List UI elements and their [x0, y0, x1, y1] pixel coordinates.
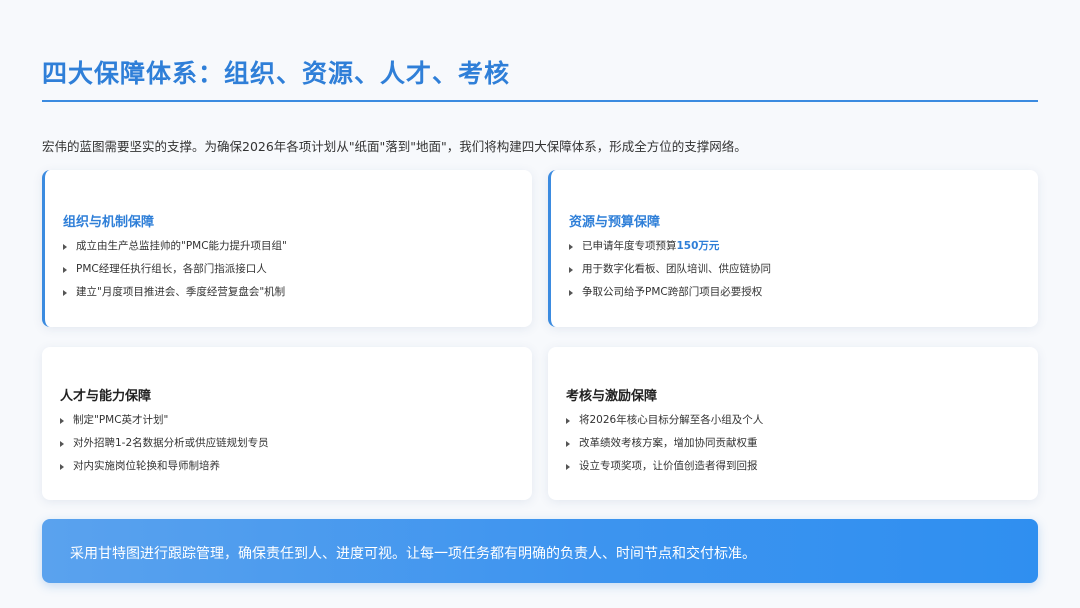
- page-title: 四大保障体系：组织、资源、人才、考核: [42, 59, 511, 88]
- list-item: 改革绩效考核方案，增加协同贡献权重: [566, 432, 763, 455]
- card-organization: 组织与机制保障 成立由生产总监挂帅的"PMC能力提升项目组" PMC经理任执行组…: [42, 170, 532, 327]
- list-item: 对内实施岗位轮换和导师制培养: [60, 455, 269, 478]
- summary-banner: 采用甘特图进行跟踪管理，确保责任到人、进度可视。让每一项任务都有明确的负责人、时…: [42, 519, 1038, 583]
- list-item: 制定"PMC英才计划": [60, 409, 269, 432]
- list-item: PMC经理任执行组长，各部门指派接口人: [63, 258, 287, 281]
- bullet-list: 将2026年核心目标分解至各小组及个人 改革绩效考核方案，增加协同贡献权重 设立…: [566, 409, 763, 478]
- intro-paragraph: 宏伟的蓝图需要坚实的支撑。为确保2026年各项计划从"纸面"落到"地面"，我们将…: [42, 139, 747, 154]
- card-title: 资源与预算保障: [569, 215, 661, 230]
- bullet-triangle-icon: [569, 243, 573, 250]
- bullet-triangle-icon: [60, 440, 64, 447]
- bullet-triangle-icon: [566, 440, 570, 447]
- card-title: 人才与能力保障: [60, 389, 152, 404]
- bullet-triangle-icon: [60, 463, 64, 470]
- list-item: 将2026年核心目标分解至各小组及个人: [566, 409, 763, 432]
- list-item: 成立由生产总监挂帅的"PMC能力提升项目组": [63, 235, 287, 258]
- list-item: 用于数字化看板、团队培训、供应链协同: [569, 258, 771, 281]
- card-title: 组织与机制保障: [63, 215, 155, 230]
- list-item: 设立专项奖项，让价值创造者得到回报: [566, 455, 763, 478]
- card-resources: 资源与预算保障 已申请年度专项预算 150万元 用于数字化看板、团队培训、供应链协…: [548, 170, 1038, 327]
- bullet-triangle-icon: [566, 463, 570, 470]
- bullet-list: 成立由生产总监挂帅的"PMC能力提升项目组" PMC经理任执行组长，各部门指派接…: [63, 235, 287, 304]
- bullet-triangle-icon: [569, 266, 573, 273]
- bullet-triangle-icon: [566, 417, 570, 424]
- title-divider: [42, 100, 1038, 102]
- list-item: 争取公司给予PMC跨部门项目必要授权: [569, 281, 771, 304]
- bullet-list: 已申请年度专项预算 150万元 用于数字化看板、团队培训、供应链协同 争取公司给予…: [569, 235, 771, 304]
- bullet-triangle-icon: [63, 266, 67, 273]
- card-title: 考核与激励保障: [566, 389, 658, 404]
- banner-text: 采用甘特图进行跟踪管理，确保责任到人、进度可视。让每一项任务都有明确的负责人、时…: [70, 546, 756, 562]
- budget-highlight: 150万元: [676, 240, 720, 252]
- list-item: 对外招聘1-2名数据分析或供应链规划专员: [60, 432, 269, 455]
- list-item: 已申请年度专项预算 150万元: [569, 235, 771, 258]
- bullet-triangle-icon: [63, 289, 67, 296]
- bullet-triangle-icon: [569, 289, 573, 296]
- card-assessment: 考核与激励保障 将2026年核心目标分解至各小组及个人 改革绩效考核方案，增加协…: [548, 347, 1038, 500]
- bullet-triangle-icon: [63, 243, 67, 250]
- slide: 四大保障体系：组织、资源、人才、考核 宏伟的蓝图需要坚实的支撑。为确保2026年…: [0, 0, 1080, 608]
- bullet-list: 制定"PMC英才计划" 对外招聘1-2名数据分析或供应链规划专员 对内实施岗位轮…: [60, 409, 269, 478]
- card-talent: 人才与能力保障 制定"PMC英才计划" 对外招聘1-2名数据分析或供应链规划专员…: [42, 347, 532, 500]
- list-item: 建立"月度项目推进会、季度经营复盘会"机制: [63, 281, 287, 304]
- bullet-triangle-icon: [60, 417, 64, 424]
